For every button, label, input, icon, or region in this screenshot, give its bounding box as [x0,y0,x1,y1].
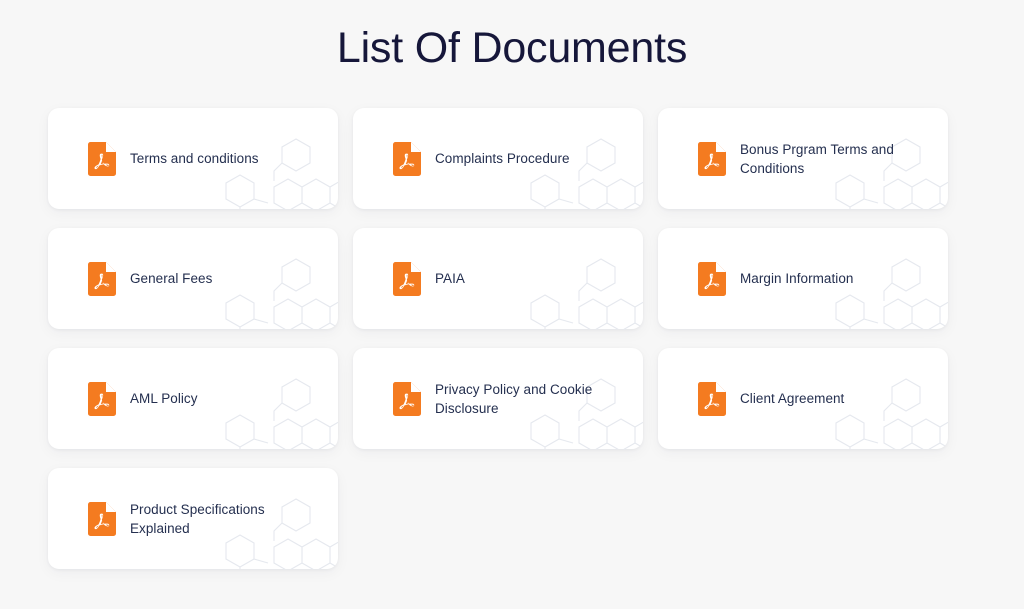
pdf-file-icon [88,261,116,296]
pdf-file-icon [698,141,726,176]
document-card-8[interactable]: Client Agreement [658,348,948,449]
document-label: Complaints Procedure [435,151,570,166]
document-label: Bonus Prgram Terms and Conditions [740,141,894,176]
card-content: General Fees [48,261,338,296]
document-label: Terms and conditions [130,151,259,166]
pdf-file-icon [393,261,421,296]
pdf-file-icon [88,501,116,536]
card-content: Complaints Procedure [353,141,643,176]
card-content: AML Policy [48,381,338,416]
document-label: Margin Information [740,271,854,286]
pdf-file-icon [393,381,421,416]
document-card-7[interactable]: Privacy Policy and Cookie Disclosure [353,348,643,449]
card-content: Product Specifications Explained [48,500,338,538]
page-title: List Of Documents [336,24,688,72]
document-card-4[interactable]: PAIA [353,228,643,329]
card-content: PAIA [353,261,643,296]
pdf-file-icon [88,381,116,416]
card-content: Margin Information [658,261,948,296]
document-label: Product Specifications Explained [130,501,265,536]
document-label: Client Agreement [740,391,845,406]
document-label: Privacy Policy and Cookie Disclosure [435,381,593,416]
document-card-2[interactable]: Bonus Prgram Terms and Conditions [658,108,948,209]
card-content: Privacy Policy and Cookie Disclosure [353,380,643,418]
pdf-file-icon [698,381,726,416]
document-card-9[interactable]: Product Specifications Explained [48,468,338,569]
documents-grid: Terms and conditions Complaints Procedur… [48,108,948,569]
document-card-0[interactable]: Terms and conditions [48,108,338,209]
document-card-1[interactable]: Complaints Procedure [353,108,643,209]
document-label: PAIA [435,271,465,286]
card-content: Bonus Prgram Terms and Conditions [658,140,948,178]
card-content: Client Agreement [658,381,948,416]
pdf-file-icon [393,141,421,176]
pdf-file-icon [698,261,726,296]
document-card-6[interactable]: AML Policy [48,348,338,449]
document-card-5[interactable]: Margin Information [658,228,948,329]
card-content: Terms and conditions [48,141,338,176]
document-label: General Fees [130,271,213,286]
document-label: AML Policy [130,391,198,406]
document-card-3[interactable]: General Fees [48,228,338,329]
documents-page: List Of Documents Terms and conditions C… [0,0,1024,609]
pdf-file-icon [88,141,116,176]
